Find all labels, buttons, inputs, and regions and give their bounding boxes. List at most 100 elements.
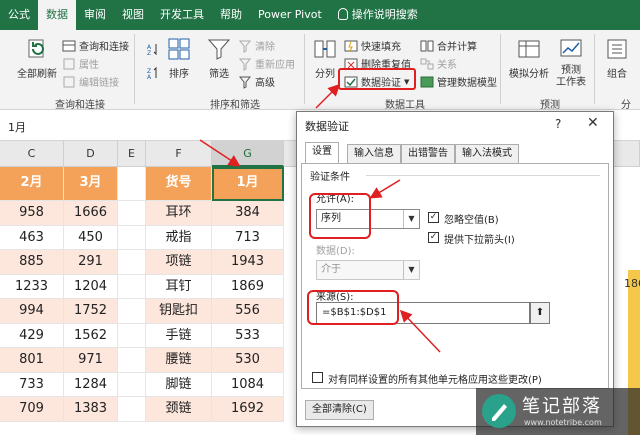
- table-cell[interactable]: 463: [0, 225, 64, 250]
- apply-all-checkbox[interactable]: [312, 372, 323, 383]
- flash-fill-button[interactable]: 快速填充: [344, 38, 401, 53]
- tab-settings[interactable]: 设置: [305, 142, 339, 164]
- empty-cell[interactable]: [118, 299, 146, 324]
- table-cell[interactable]: 耳环: [146, 201, 212, 226]
- table-cell[interactable]: 脚链: [146, 372, 212, 397]
- filter-button[interactable]: 筛选: [204, 36, 234, 80]
- tab-developer[interactable]: 开发工具: [152, 0, 212, 30]
- table-cell[interactable]: 994: [0, 299, 64, 324]
- clear-filter-button[interactable]: 清除: [238, 38, 275, 53]
- clear-all-button[interactable]: 全部清除(C): [305, 400, 374, 420]
- table-cell[interactable]: 713: [212, 225, 284, 250]
- empty-cell[interactable]: [118, 372, 146, 397]
- properties-button[interactable]: 属性: [62, 56, 99, 71]
- table-cell[interactable]: 801: [0, 348, 64, 373]
- dropdown-arrow-checkbox[interactable]: ✓: [428, 232, 439, 243]
- table-cell[interactable]: 1284: [64, 372, 118, 397]
- forecast-sheet-label-2: 工作表: [556, 77, 586, 88]
- active-cell-g1[interactable]: [212, 167, 284, 201]
- tab-formulas[interactable]: 公式: [0, 0, 38, 30]
- table-cell[interactable]: 709: [0, 397, 64, 422]
- table-cell[interactable]: 1562: [64, 323, 118, 348]
- sort-button[interactable]: 排序: [164, 36, 194, 80]
- header-cell-mar[interactable]: 3月: [64, 167, 118, 201]
- ribbon-separator: [304, 34, 305, 104]
- column-header-g[interactable]: G: [212, 141, 284, 167]
- reapply-button[interactable]: 重新应用: [238, 56, 295, 71]
- table-cell[interactable]: 885: [0, 250, 64, 275]
- table-cell[interactable]: 戒指: [146, 225, 212, 250]
- group-button[interactable]: 组合: [600, 36, 634, 80]
- ignore-blank-checkbox[interactable]: ✓: [428, 212, 439, 223]
- table-cell[interactable]: 1233: [0, 274, 64, 299]
- tell-me-search[interactable]: 操作说明搜索: [330, 0, 426, 30]
- tab-error-alert[interactable]: 出错警告: [401, 144, 455, 164]
- empty-cell[interactable]: [118, 225, 146, 250]
- table-cell[interactable]: 1752: [64, 299, 118, 324]
- table-cell[interactable]: 384: [212, 201, 284, 226]
- table-cell[interactable]: 腰链: [146, 348, 212, 373]
- advanced-filter-button[interactable]: 高级: [238, 74, 275, 89]
- column-header-f[interactable]: F: [146, 141, 212, 167]
- what-if-analysis-button[interactable]: 模拟分析: [506, 36, 552, 80]
- tab-input-message[interactable]: 输入信息: [347, 144, 401, 164]
- sort-za-icon: ZA: [147, 66, 157, 80]
- empty-cell[interactable]: [118, 250, 146, 275]
- close-icon[interactable]: ✕: [587, 115, 599, 131]
- table-cell[interactable]: 1869: [212, 274, 284, 299]
- table-cell[interactable]: 手链: [146, 323, 212, 348]
- empty-cell[interactable]: [118, 323, 146, 348]
- tab-review[interactable]: 审阅: [76, 0, 114, 30]
- table-cell[interactable]: 1084: [212, 372, 284, 397]
- table-cell[interactable]: 1383: [64, 397, 118, 422]
- table-cell[interactable]: 项链: [146, 250, 212, 275]
- table-cell[interactable]: 530: [212, 348, 284, 373]
- properties-label: 属性: [79, 60, 99, 71]
- empty-cell[interactable]: [118, 167, 146, 201]
- table-cell[interactable]: 958: [0, 201, 64, 226]
- table-cell[interactable]: 耳钉: [146, 274, 212, 299]
- collapse-dialog-icon[interactable]: ⬆: [530, 302, 550, 324]
- relationships-button[interactable]: 关系: [420, 56, 457, 71]
- data-validation-dialog[interactable]: 数据验证 ? ✕ 设置 输入信息 出错警告 输入法模式 验证条件 允许(A): …: [296, 111, 614, 427]
- table-cell[interactable]: 733: [0, 372, 64, 397]
- table-cell[interactable]: 450: [64, 225, 118, 250]
- empty-cell[interactable]: [118, 397, 146, 422]
- query-connections-button[interactable]: 查询和连接: [62, 38, 129, 53]
- refresh-all-button[interactable]: 全部刷新: [14, 36, 60, 80]
- table-cell[interactable]: 533: [212, 323, 284, 348]
- table-cell[interactable]: 1204: [64, 274, 118, 299]
- table-cell[interactable]: 1666: [64, 201, 118, 226]
- empty-cell[interactable]: [118, 201, 146, 226]
- text-to-columns-button[interactable]: 分列: [310, 36, 340, 80]
- table-cell[interactable]: 颈链: [146, 397, 212, 422]
- header-cell-item-no[interactable]: 货号: [146, 167, 212, 201]
- table-cell[interactable]: 钥匙扣: [146, 299, 212, 324]
- forecast-sheet-button[interactable]: 预测 工作表: [554, 36, 588, 89]
- table-cell[interactable]: 1943: [212, 250, 284, 275]
- table-cell[interactable]: 1692: [212, 397, 284, 422]
- column-header-e[interactable]: E: [118, 141, 146, 167]
- tab-ime-mode[interactable]: 输入法模式: [455, 144, 519, 164]
- column-header-c[interactable]: C: [0, 141, 64, 167]
- table-cell[interactable]: 429: [0, 323, 64, 348]
- consolidate-button[interactable]: 合并计算: [420, 38, 477, 53]
- table-cell[interactable]: 291: [64, 250, 118, 275]
- edit-links-button[interactable]: 编辑链接: [62, 74, 119, 89]
- tab-power-pivot[interactable]: Power Pivot: [250, 0, 330, 30]
- table-cell[interactable]: 556: [212, 299, 284, 324]
- table-cell[interactable]: 971: [64, 348, 118, 373]
- tab-view[interactable]: 视图: [114, 0, 152, 30]
- column-header-d[interactable]: D: [64, 141, 118, 167]
- empty-cell[interactable]: [118, 274, 146, 299]
- sort-az-button[interactable]: AZ: [146, 42, 163, 56]
- sort-za-button[interactable]: ZA: [146, 66, 163, 80]
- help-icon[interactable]: ?: [555, 117, 561, 131]
- data-operator-select[interactable]: 介于 ▼: [316, 260, 420, 280]
- apply-all-label: 对有同样设置的所有其他单元格应用这些更改(P): [328, 375, 542, 386]
- empty-cell[interactable]: [118, 348, 146, 373]
- tab-help[interactable]: 帮助: [212, 0, 250, 30]
- manage-data-model-button[interactable]: 管理数据模型: [420, 74, 497, 89]
- header-cell-feb[interactable]: 2月: [0, 167, 64, 201]
- tab-data[interactable]: 数据: [38, 0, 76, 30]
